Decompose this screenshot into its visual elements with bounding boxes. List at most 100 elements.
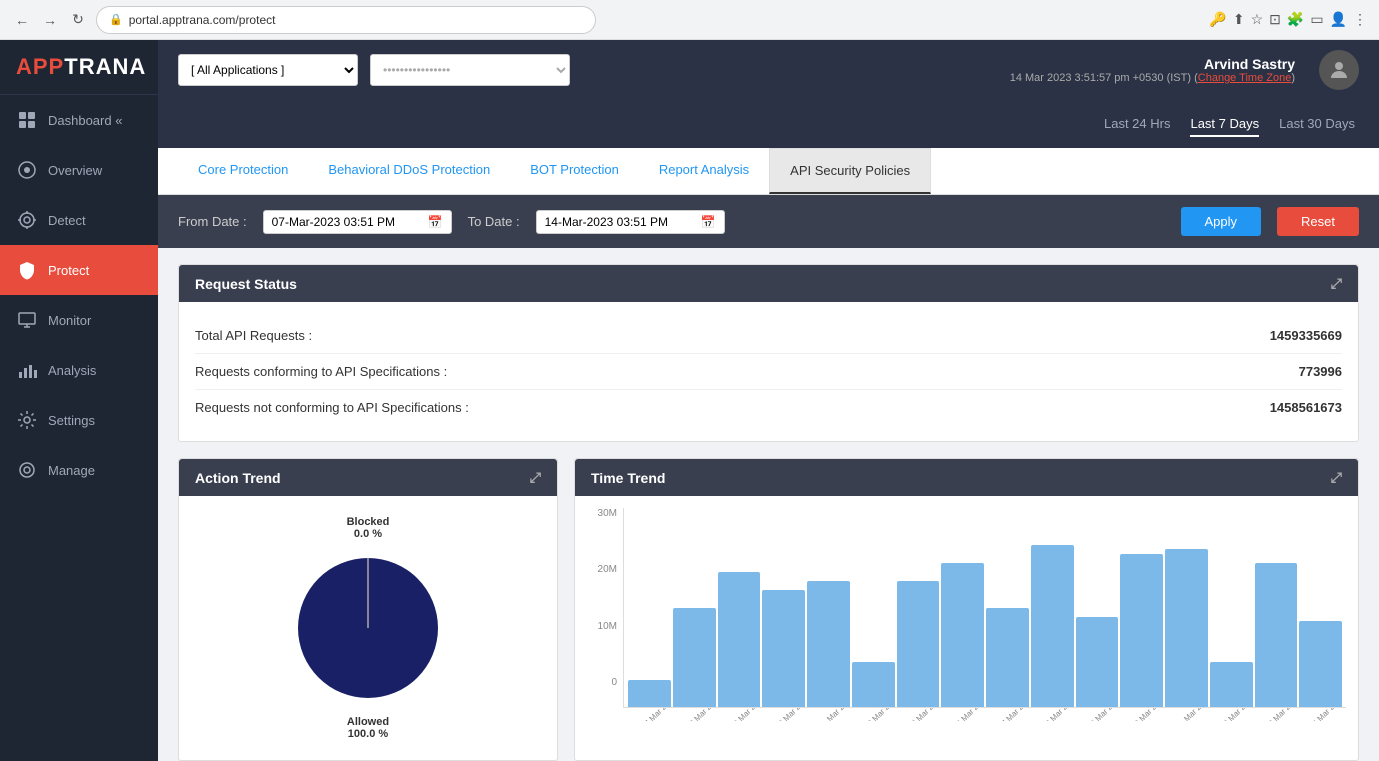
x-label-15: 14 Mar 23 [1306,708,1342,721]
time-7days-btn[interactable]: Last 7 Days [1190,112,1259,137]
bar-15 [1299,621,1342,707]
conforming-requests-label: Requests conforming to API Specification… [195,364,447,379]
apply-button[interactable]: Apply [1181,207,1262,236]
request-status-card: Request Status ⤢ Total API Requests : 14… [178,264,1359,442]
bar-6 [897,581,940,707]
sidebar-item-dashboard[interactable]: Dashboard « [0,95,158,145]
sidebar-item-analysis-label: Analysis [48,363,96,378]
bar-col-15 [1299,508,1342,707]
menu-icon[interactable]: ⋮ [1353,11,1367,28]
datetime: 14 Mar 2023 3:51:57 pm +0530 (IST) (Chan… [1010,72,1295,84]
tab-behavioral-ddos[interactable]: Behavioral DDoS Protection [308,148,510,194]
browser-actions: 🔑 ⬆ ☆ ⊡ 🧩 ▭ 👤 ⋮ [1209,11,1367,28]
bar-4 [807,581,850,707]
tab-report-analysis[interactable]: Report Analysis [639,148,769,194]
request-status-body: Total API Requests : 1459335669 Requests… [179,302,1358,441]
blocked-label: Blocked 0.0 % [347,516,390,540]
sidebar-item-monitor[interactable]: Monitor [0,295,158,345]
url-text: portal.apptrana.com/protect [129,13,276,27]
to-date-input[interactable] [545,215,695,229]
share-icon[interactable]: ⬆ [1233,11,1245,28]
bar-col-12 [1165,508,1208,707]
total-requests-value: 1459335669 [1270,328,1342,343]
sidebar-item-protect[interactable]: Protect [0,245,158,295]
time-30days-btn[interactable]: Last 30 Days [1279,112,1355,137]
forward-button[interactable]: → [40,10,60,30]
x-label-13: 12 Mar 23 [1217,708,1253,721]
change-timezone-link[interactable]: Change Time Zone [1198,72,1292,84]
url-bar[interactable]: 🔒 portal.apptrana.com/protect [96,6,596,34]
tab-bot-protection[interactable]: BOT Protection [510,148,639,194]
request-status-header: Request Status ⤢ [179,265,1358,302]
app-wrapper: APPTRANA Dashboard « [0,40,1379,761]
y-label-0: 0 [587,677,617,688]
sidebar-item-settings-label: Settings [48,413,95,428]
conforming-requests-value: 773996 [1299,364,1342,379]
sidebar-item-manage-label: Manage [48,463,95,478]
tab-core-protection[interactable]: Core Protection [178,148,308,194]
x-label-12: 11 Mar 23 [1172,708,1208,721]
x-label-3: 10 Mar 23 [771,708,807,721]
user-profile-icon[interactable]: 👤 [1330,11,1347,28]
bar-col-14 [1255,508,1298,707]
puzzle-icon[interactable]: 🧩 [1287,11,1304,28]
time-24hrs-btn[interactable]: Last 24 Hrs [1104,112,1170,137]
bar-1 [673,608,716,707]
sidebar-item-settings[interactable]: Settings [0,395,158,445]
protect-icon [16,259,38,281]
expand-icon[interactable]: ⤢ [1331,275,1342,292]
stat-row-nonconforming: Requests not conforming to API Specifica… [195,390,1342,425]
sidebar: APPTRANA Dashboard « [0,40,158,761]
star-icon[interactable]: ☆ [1251,11,1264,28]
reload-button[interactable]: ↻ [68,10,88,30]
bar-chart-inner: 30M 20M 10M 0 [587,508,1346,708]
back-button[interactable]: ← [12,10,32,30]
content-area: Core Protection Behavioral DDoS Protecti… [158,148,1379,761]
dashboard-icon [16,109,38,131]
lock-icon: 🔒 [109,13,123,26]
browser-chrome: ← → ↻ 🔒 portal.apptrana.com/protect 🔑 ⬆ … [0,0,1379,40]
bar-col-9 [1031,508,1074,707]
main-content: [ All Applications ] •••••••••••••••• Ar… [158,40,1379,761]
request-status-title: Request Status [195,276,297,292]
sidebar-item-overview[interactable]: Overview [0,145,158,195]
bar-7 [941,563,984,707]
from-date-calendar-icon[interactable]: 📅 [428,215,443,229]
stat-row-conforming: Requests conforming to API Specification… [195,354,1342,390]
reset-button[interactable]: Reset [1277,207,1359,236]
to-date-label: To Date : [468,214,520,229]
time-trend-expand-icon[interactable]: ⤢ [1331,469,1342,486]
x-label-5: 12 Mar 23 [860,708,896,721]
action-trend-expand-icon[interactable]: ⤢ [530,469,541,486]
app-select-2[interactable]: •••••••••••••••• [370,54,570,86]
sidebar-item-overview-label: Overview [48,163,102,178]
sidebar-item-manage[interactable]: Manage [0,445,158,495]
sidebar-item-protect-label: Protect [48,263,89,278]
bar-col-10 [1076,508,1119,707]
top-header: [ All Applications ] •••••••••••••••• Ar… [158,40,1379,100]
sidebar-item-analysis[interactable]: Analysis [0,345,158,395]
pie-container: Blocked 0.0 % [179,496,557,760]
from-date-input[interactable] [272,215,422,229]
detect-icon [16,209,38,231]
key-icon[interactable]: 🔑 [1209,11,1226,28]
charts-row: Action Trend ⤢ Blocked 0.0 % [178,458,1359,761]
x-label-8: 07 Mar 23 [994,708,1030,721]
sidebar-item-dashboard-label: Dashboard « [48,113,122,128]
bar-3 [762,590,805,707]
monitor-icon [16,309,38,331]
to-date-calendar-icon[interactable]: 📅 [701,215,716,229]
date-filter-bar: From Date : 📅 To Date : 📅 Apply Reset [158,195,1379,248]
bar-col-5 [852,508,895,707]
allowed-label: Allowed 100.0 % [347,716,389,740]
sidebar-item-detect[interactable]: Detect [0,195,158,245]
window-icon[interactable]: ▭ [1310,11,1323,28]
screenshot-icon[interactable]: ⊡ [1269,11,1281,28]
time-trend-header: Time Trend ⤢ [575,459,1358,496]
total-requests-label: Total API Requests : [195,328,312,343]
app-select-all[interactable]: [ All Applications ] [178,54,358,86]
bar-col-2 [718,508,761,707]
settings-icon [16,409,38,431]
bar-col-6 [897,508,940,707]
tab-api-security[interactable]: API Security Policies [769,148,931,194]
